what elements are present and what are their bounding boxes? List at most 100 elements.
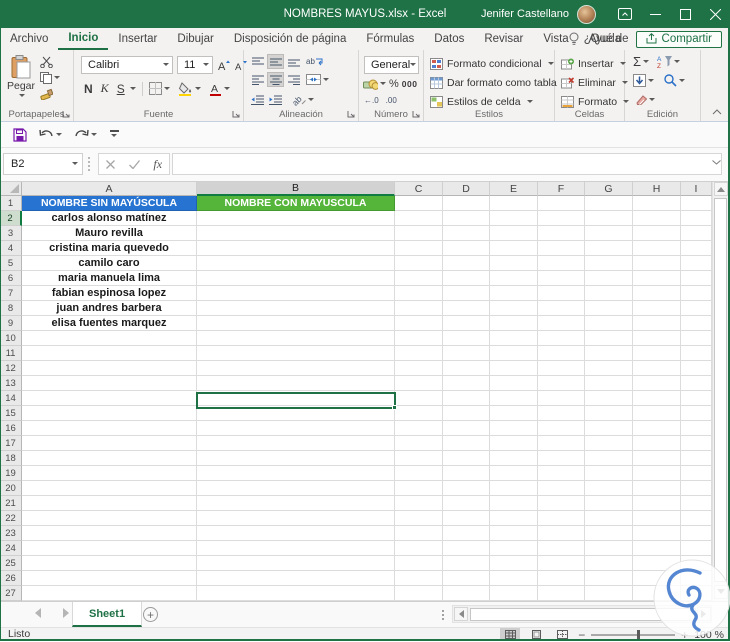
formula-bar-separator[interactable] [88, 157, 90, 171]
page-layout-view-button[interactable] [526, 628, 546, 641]
cell-D4[interactable] [443, 241, 490, 256]
tab-inicio[interactable]: Inicio [58, 28, 109, 50]
cell-B17[interactable] [197, 436, 395, 451]
cell-A12[interactable] [22, 361, 197, 376]
row-header-22[interactable]: 22 [0, 511, 22, 526]
cell-C25[interactable] [395, 556, 443, 571]
scroll-up-button[interactable] [714, 182, 728, 196]
cell-E27[interactable] [490, 586, 538, 601]
zoom-slider-thumb[interactable] [637, 629, 641, 640]
cell-E8[interactable] [490, 301, 538, 316]
row-header-27[interactable]: 27 [0, 586, 22, 601]
tab-insertar[interactable]: Insertar [108, 28, 167, 50]
cell-H18[interactable] [633, 451, 681, 466]
cell-A22[interactable] [22, 511, 197, 526]
cell-C21[interactable] [395, 496, 443, 511]
cell-A21[interactable] [22, 496, 197, 511]
cell-D25[interactable] [443, 556, 490, 571]
cell-F1[interactable] [538, 196, 585, 211]
cell-A25[interactable] [22, 556, 197, 571]
row-header-24[interactable]: 24 [0, 541, 22, 556]
enter-icon[interactable] [128, 159, 140, 169]
cell-B27[interactable] [197, 586, 395, 601]
cell-B22[interactable] [197, 511, 395, 526]
cell-I3[interactable] [681, 226, 712, 241]
row-header-19[interactable]: 19 [0, 466, 22, 481]
cell-G16[interactable] [585, 421, 633, 436]
column-header-D[interactable]: D [443, 182, 490, 196]
cell-E2[interactable] [490, 211, 538, 226]
font-size-combo[interactable]: 11 [177, 56, 213, 74]
cell-E13[interactable] [490, 376, 538, 391]
cell-D3[interactable] [443, 226, 490, 241]
cell-B11[interactable] [197, 346, 395, 361]
cell-I12[interactable] [681, 361, 712, 376]
percent-style-button[interactable]: % [389, 78, 399, 90]
cell-C1[interactable] [395, 196, 443, 211]
accounting-format-button[interactable] [363, 78, 386, 90]
cell-E7[interactable] [490, 286, 538, 301]
cell-F12[interactable] [538, 361, 585, 376]
cell-G13[interactable] [585, 376, 633, 391]
cell-G18[interactable] [585, 451, 633, 466]
cell-I14[interactable] [681, 391, 712, 406]
cell-D1[interactable] [443, 196, 490, 211]
cell-D27[interactable] [443, 586, 490, 601]
cell-B5[interactable] [197, 256, 395, 271]
prev-sheet-button[interactable] [30, 608, 41, 618]
cell-B13[interactable] [197, 376, 395, 391]
row-header-26[interactable]: 26 [0, 571, 22, 586]
cell-A11[interactable] [22, 346, 197, 361]
merge-center-button[interactable] [306, 74, 329, 85]
cell-D11[interactable] [443, 346, 490, 361]
column-header-I[interactable]: I [681, 182, 712, 196]
cell-B18[interactable] [197, 451, 395, 466]
cell-E18[interactable] [490, 451, 538, 466]
cell-D18[interactable] [443, 451, 490, 466]
cell-H2[interactable] [633, 211, 681, 226]
redo-button[interactable] [70, 124, 101, 146]
select-all-corner[interactable] [0, 182, 22, 196]
cell-F18[interactable] [538, 451, 585, 466]
cell-I11[interactable] [681, 346, 712, 361]
cell-E1[interactable] [490, 196, 538, 211]
cell-F19[interactable] [538, 466, 585, 481]
cell-I24[interactable] [681, 541, 712, 556]
cell-E24[interactable] [490, 541, 538, 556]
cell-H8[interactable] [633, 301, 681, 316]
paste-button[interactable]: Pegar [5, 55, 37, 100]
row-header-6[interactable]: 6 [0, 271, 22, 286]
cell-C7[interactable] [395, 286, 443, 301]
cell-C18[interactable] [395, 451, 443, 466]
cell-E19[interactable] [490, 466, 538, 481]
cell-H3[interactable] [633, 226, 681, 241]
cell-H5[interactable] [633, 256, 681, 271]
cell-I15[interactable] [681, 406, 712, 421]
cell-C3[interactable] [395, 226, 443, 241]
cell-F24[interactable] [538, 541, 585, 556]
row-header-16[interactable]: 16 [0, 421, 22, 436]
cell-E10[interactable] [490, 331, 538, 346]
cell-E16[interactable] [490, 421, 538, 436]
cell-B26[interactable] [197, 571, 395, 586]
cell-G12[interactable] [585, 361, 633, 376]
cell-B19[interactable] [197, 466, 395, 481]
italic-button[interactable]: K [98, 81, 112, 96]
row-header-13[interactable]: 13 [0, 376, 22, 391]
cell-D10[interactable] [443, 331, 490, 346]
cell-E26[interactable] [490, 571, 538, 586]
cell-I8[interactable] [681, 301, 712, 316]
formula-input[interactable] [172, 153, 722, 175]
align-middle-button[interactable] [267, 54, 284, 69]
cell-C12[interactable] [395, 361, 443, 376]
tab-formulas[interactable]: Fórmulas [356, 28, 424, 50]
column-header-B[interactable]: B [197, 182, 395, 196]
cell-F16[interactable] [538, 421, 585, 436]
row-header-23[interactable]: 23 [0, 526, 22, 541]
format-painter-button[interactable] [40, 88, 53, 100]
cell-B1[interactable]: NOMBRE CON MAYUSCULA [197, 196, 395, 211]
cell-G23[interactable] [585, 526, 633, 541]
page-break-view-button[interactable] [552, 628, 572, 641]
row-header-20[interactable]: 20 [0, 481, 22, 496]
cell-D12[interactable] [443, 361, 490, 376]
